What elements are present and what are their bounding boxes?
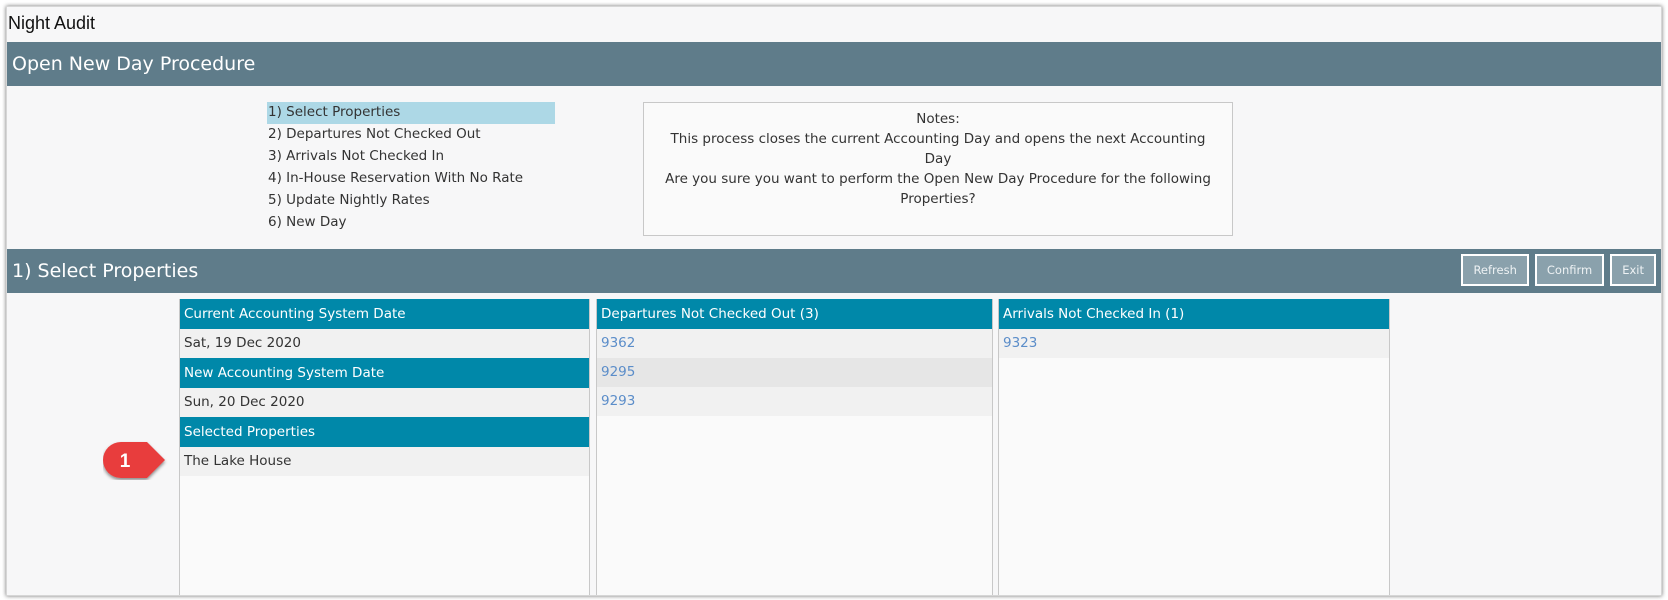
notes-line-2: Are you sure you want to perform the Ope…	[665, 171, 1211, 207]
current-date-header: Current Accounting System Date	[180, 299, 589, 329]
dates-column: Current Accounting System Date Sat, 19 D…	[179, 299, 590, 595]
arrival-row[interactable]: 9323	[999, 329, 1389, 358]
arrivals-column: Arrivals Not Checked In (1) 9323	[998, 299, 1390, 595]
departure-row[interactable]: 9293	[597, 387, 992, 416]
action-buttons: Refresh Confirm Exit	[1461, 254, 1656, 286]
night-audit-window: Night Audit Open New Day Procedure 1) Se…	[6, 6, 1662, 596]
notes-line-1: This process closes the current Accounti…	[670, 131, 1206, 167]
departure-row[interactable]: 9362	[597, 329, 992, 358]
refresh-button[interactable]: Refresh	[1461, 254, 1529, 286]
steps-list: 1) Select Properties 2) Departures Not C…	[267, 102, 557, 234]
confirm-button[interactable]: Confirm	[1534, 254, 1605, 286]
procedure-header-bar: Open New Day Procedure	[7, 42, 1661, 86]
selected-property-item: The Lake House	[180, 447, 589, 476]
exit-button[interactable]: Exit	[1610, 254, 1656, 286]
step-in-house-no-rate[interactable]: 4) In-House Reservation With No Rate	[267, 168, 555, 190]
step-arrivals-not-checked-in[interactable]: 3) Arrivals Not Checked In	[267, 146, 555, 168]
window-title: Night Audit	[8, 13, 96, 33]
step-departures-not-checked-out[interactable]: 2) Departures Not Checked Out	[267, 124, 555, 146]
callout-number: 1	[120, 451, 131, 472]
new-date-value: Sun, 20 Dec 2020	[180, 388, 589, 417]
notes-heading: Notes:	[916, 111, 960, 127]
step-update-nightly-rates[interactable]: 5) Update Nightly Rates	[267, 190, 555, 212]
new-date-header: New Accounting System Date	[180, 358, 589, 388]
section-title: 1) Select Properties	[12, 260, 199, 282]
notes-box: Notes: This process closes the current A…	[643, 102, 1233, 236]
current-date-value: Sat, 19 Dec 2020	[180, 329, 589, 358]
selected-properties-header: Selected Properties	[180, 417, 589, 447]
section-header-bar: 1) Select Properties Refresh Confirm Exi…	[7, 249, 1661, 293]
step-new-day[interactable]: 6) New Day	[267, 212, 555, 234]
departures-column: Departures Not Checked Out (3) 9362 9295…	[596, 299, 993, 595]
step-select-properties[interactable]: 1) Select Properties	[267, 102, 555, 124]
departures-header: Departures Not Checked Out (3)	[597, 299, 992, 329]
procedure-title: Open New Day Procedure	[12, 53, 256, 75]
departure-row[interactable]: 9295	[597, 358, 992, 387]
callout-marker: 1	[103, 442, 165, 478]
arrivals-header: Arrivals Not Checked In (1)	[999, 299, 1389, 329]
